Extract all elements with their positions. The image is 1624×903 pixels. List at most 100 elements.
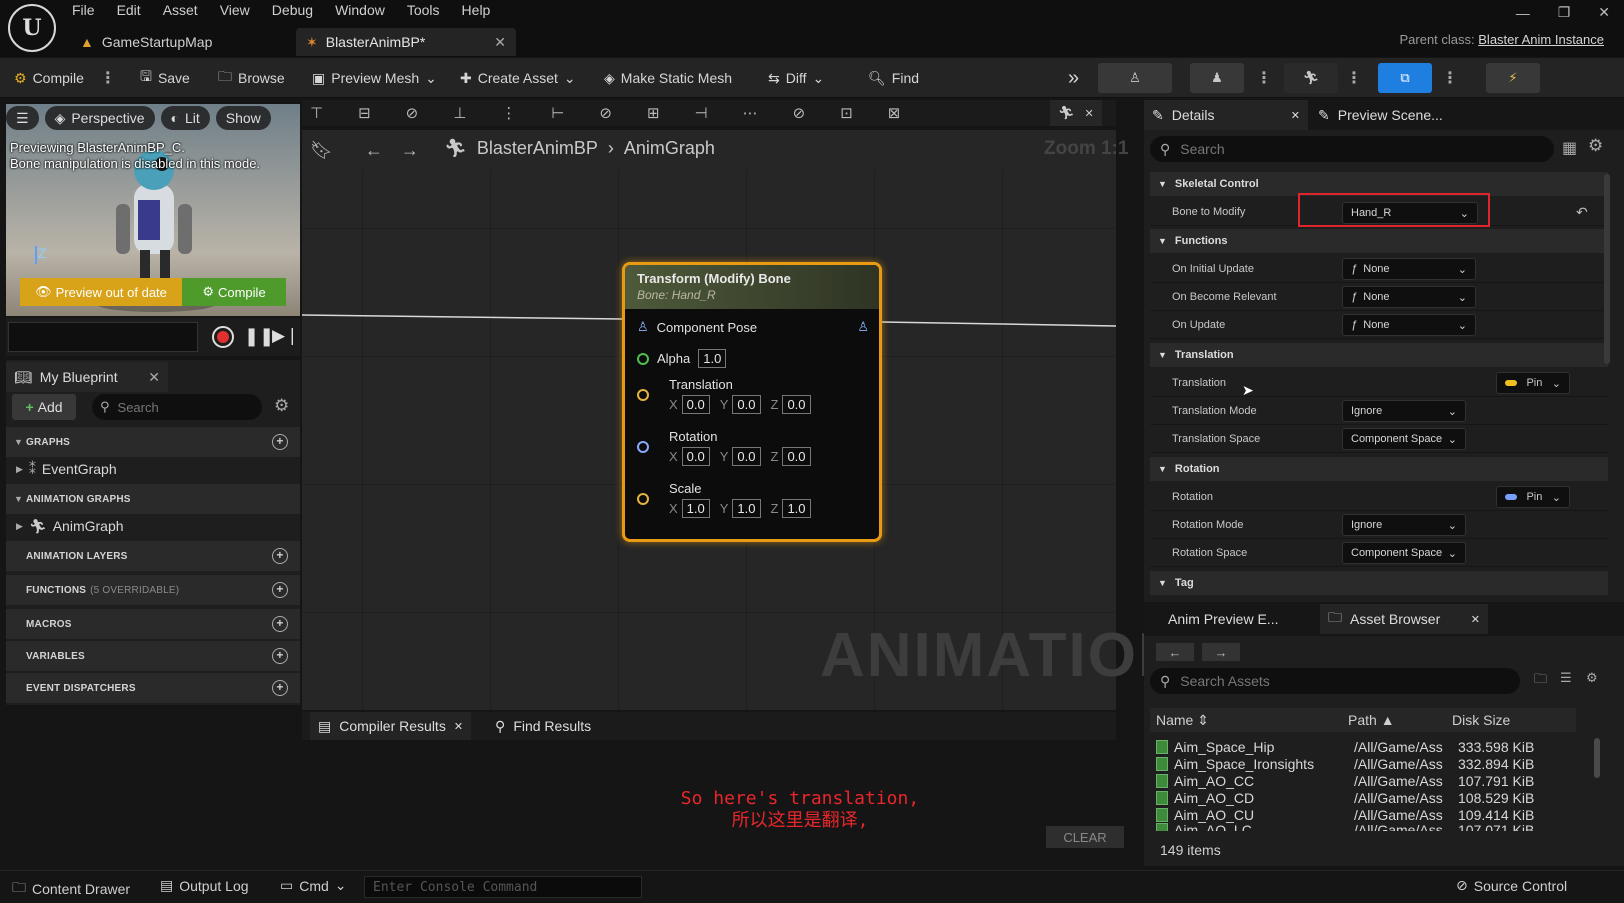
settings-gear-icon[interactable]: ⚙ <box>1588 136 1603 156</box>
viewport-menu-button[interactable]: ☰ <box>6 106 39 130</box>
skeleton-mode-button[interactable]: ♙ <box>1098 63 1172 93</box>
preview-mesh-button[interactable]: ▣ Preview Mesh ⌄ <box>312 58 437 98</box>
align-right-icon[interactable]: ⊣ <box>695 104 708 122</box>
add-layer-icon[interactable]: + <box>272 548 288 564</box>
breadcrumb-root[interactable]: BlasterAnimBP <box>477 138 598 159</box>
vector-pin-icon[interactable] <box>637 493 649 505</box>
viewport-compile-button[interactable]: ⚙ Compile <box>182 278 286 306</box>
scale-y-input[interactable]: 1.0 <box>732 499 761 518</box>
output-log-button[interactable]: ▤ Output Log <box>160 877 249 894</box>
record-icon[interactable] <box>212 326 234 348</box>
forward-arrow-icon[interactable]: → <box>1202 643 1240 661</box>
diff-button[interactable]: ⇆ Diff ⌄ <box>768 58 824 98</box>
close-tab-icon[interactable]: ✕ <box>1085 107 1094 120</box>
filter-icon[interactable]: ☰ <box>1560 670 1572 686</box>
back-arrow-icon[interactable]: ← <box>365 140 383 161</box>
category-functions[interactable]: ▼ Functions <box>1150 229 1608 253</box>
settings-gear-icon[interactable]: ⚙ <box>274 396 289 416</box>
transform-modify-bone-node[interactable]: Transform (Modify) Bone Bone: Hand_R ♙ C… <box>622 262 882 542</box>
category-tag[interactable]: ▼ Tag <box>1150 571 1608 595</box>
rotation-mode-dropdown[interactable]: Ignore ⌄ <box>1342 514 1466 536</box>
category-rotation[interactable]: ▼ Rotation <box>1150 457 1608 481</box>
add-button[interactable]: + Add <box>12 394 76 420</box>
translation-pin-dropdown[interactable]: Pin ⌄ <box>1496 372 1570 394</box>
add-function-icon[interactable]: + <box>272 582 288 598</box>
add-graph-icon[interactable]: + <box>272 434 288 450</box>
clear-button[interactable]: CLEAR <box>1046 826 1124 848</box>
add-variable-icon[interactable]: + <box>272 648 288 664</box>
browse-button[interactable]: 🗀 Browse <box>218 58 285 98</box>
tab-details[interactable]: ✎ Details ✕ <box>1144 100 1308 130</box>
blueprint-mode-options-icon[interactable]: ⋮ <box>1442 58 1458 98</box>
section-macros[interactable]: MACROS + <box>6 609 300 639</box>
details-search-input[interactable]: ⚲ Search <box>1150 136 1554 162</box>
col-size-header[interactable]: Disk Size <box>1452 712 1562 728</box>
table-row[interactable]: Aim_AO_CU /All/Game/Ass 109.414 KiB <box>1156 806 1576 823</box>
table-row[interactable]: Aim_AO_CC /All/Game/Ass 107.791 KiB <box>1156 772 1576 789</box>
translation-y-input[interactable]: 0.0 <box>732 395 761 414</box>
source-control-button[interactable]: ⊘ Source Control <box>1456 877 1567 894</box>
parent-class-link[interactable]: Blaster Anim Instance <box>1478 32 1604 47</box>
rotation-x-input[interactable]: 0.0 <box>681 447 710 466</box>
save-button[interactable]: 🖫 Save <box>140 58 190 98</box>
blueprint-search-input[interactable]: ⚲ Search <box>92 394 262 420</box>
translation-mode-dropdown[interactable]: Ignore ⌄ <box>1342 400 1466 422</box>
menu-debug[interactable]: Debug <box>272 2 313 18</box>
translation-x-input[interactable]: 0.0 <box>681 395 710 414</box>
forward-arrow-icon[interactable]: → <box>401 140 419 161</box>
align-edges-icon[interactable]: ⊠ <box>888 104 901 122</box>
step-forward-icon[interactable]: ▶❘ <box>272 326 299 346</box>
blueprint-mode-button[interactable]: ⧉ <box>1378 63 1432 93</box>
menu-view[interactable]: View <box>220 2 250 18</box>
align-center-icon[interactable]: ⊞ <box>647 104 660 122</box>
section-functions[interactable]: FUNCTIONS (5 OVERRIDABLE) + <box>6 575 300 605</box>
table-row[interactable]: Aim_Space_Ironsights /All/Game/Ass 332.8… <box>1156 755 1576 772</box>
component-pose-pin[interactable]: ♙ Component Pose ♙ <box>637 319 869 335</box>
close-tab-icon[interactable]: ✕ <box>148 369 160 386</box>
restore-icon[interactable]: ❐ <box>1558 4 1571 21</box>
alpha-pin[interactable]: Alpha 1.0 <box>637 349 727 368</box>
perspective-button[interactable]: ◈ Perspective <box>44 106 155 130</box>
section-animation-graphs[interactable]: ▼ ANIMATION GRAPHS <box>6 484 300 514</box>
menu-help[interactable]: Help <box>462 2 491 18</box>
rotator-pin-icon[interactable] <box>637 441 649 453</box>
rotation-pin-dropdown[interactable]: Pin ⌄ <box>1496 486 1570 508</box>
rotation-y-input[interactable]: 0.0 <box>732 447 761 466</box>
distribute-icon[interactable]: ⋮ <box>501 104 516 122</box>
on-become-relevant-dropdown[interactable]: ƒ None ⌄ <box>1342 286 1476 308</box>
physics-mode-button[interactable]: ⚡︎ <box>1486 63 1540 93</box>
asset-scrollbar[interactable] <box>1594 738 1600 778</box>
graph-item-animgraph[interactable]: ▶ 🏃︎ AnimGraph <box>6 513 300 539</box>
create-asset-button[interactable]: ✚ Create Asset ⌄ <box>460 58 576 98</box>
rotation-space-dropdown[interactable]: Component Space ⌄ <box>1342 542 1466 564</box>
content-drawer-button[interactable]: 🗀 Content Drawer <box>12 877 130 901</box>
table-row[interactable]: Aim_Space_Hip /All/Game/Ass 333.598 KiB <box>1156 738 1576 755</box>
category-translation[interactable]: ▼ Translation <box>1150 343 1608 367</box>
back-arrow-icon[interactable]: ← <box>1156 643 1194 661</box>
col-path-header[interactable]: Path ▲ <box>1348 712 1452 728</box>
translation-z-input[interactable]: 0.0 <box>782 395 811 414</box>
settings-gear-icon[interactable]: ⚙ <box>1586 670 1598 686</box>
minimize-icon[interactable]: — <box>1516 5 1530 21</box>
tab-asset-browser[interactable]: 🗀 Asset Browser ✕ <box>1320 604 1488 634</box>
align-top-icon[interactable]: ⊤ <box>310 104 323 122</box>
section-event-dispatchers[interactable]: EVENT DISPATCHERS + <box>6 673 300 703</box>
on-update-dropdown[interactable]: ƒ None ⌄ <box>1342 314 1476 336</box>
tab-compiler-results[interactable]: ▤ Compiler Results ✕ <box>310 712 472 740</box>
compile-options-icon[interactable]: ⋮ <box>100 68 116 88</box>
menu-window[interactable]: Window <box>335 2 385 18</box>
section-graphs[interactable]: ▼ GRAPHS + <box>6 427 300 457</box>
animation-mode-options-icon[interactable]: ⋮ <box>1346 58 1362 98</box>
timeline-field[interactable] <box>8 322 198 352</box>
close-tab-icon[interactable]: ✕ <box>1471 613 1480 626</box>
cmd-dropdown[interactable]: ▭ Cmd ⌄ <box>280 877 347 894</box>
unreal-logo[interactable]: U <box>8 4 56 52</box>
close-tab-icon[interactable]: ✕ <box>454 720 463 733</box>
bone-to-modify-dropdown[interactable]: Hand_R ⌄ <box>1342 202 1478 224</box>
menu-tools[interactable]: Tools <box>407 2 440 18</box>
distribute-h-icon[interactable]: ⋯ <box>743 104 758 122</box>
compile-button[interactable]: ⚙ Compile ⋮ <box>14 58 116 98</box>
tab-preview-scene[interactable]: ✎ Preview Scene... <box>1310 100 1451 130</box>
col-name-header[interactable]: Name ⇕ <box>1150 712 1348 729</box>
pose-output-pin-icon[interactable]: ♙ <box>857 319 869 335</box>
